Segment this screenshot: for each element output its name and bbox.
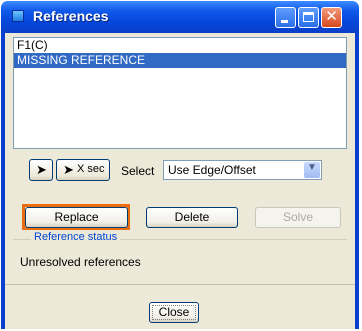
references-list[interactable]: F1(C) MISSING REFERENCE [13,37,347,149]
references-window: References ✕ F1(C) MISSING REFERENCE ➤ ➤… [1,1,359,329]
solve-button[interactable]: Solve [255,207,341,228]
focus-rect [152,305,196,320]
close-window-button[interactable]: ✕ [321,7,342,28]
select-value: Use Edge/Offset [168,163,256,177]
dialog-body: F1(C) MISSING REFERENCE ➤ ➤ X sec Select… [5,33,355,329]
list-item[interactable]: F1(C) [14,38,346,53]
select-dropdown[interactable]: Use Edge/Offset ▼ [163,160,322,180]
pick-button[interactable]: ➤ [29,159,53,181]
chevron-down-icon: ▼ [307,162,317,173]
title-bar[interactable]: References ✕ [1,1,359,33]
status-text: Unresolved references [20,255,141,269]
maximize-button[interactable] [298,7,319,28]
replace-button[interactable]: Replace [25,207,128,228]
reference-status-label: Reference status [31,231,121,243]
select-label: Select [121,164,155,178]
dropdown-button[interactable]: ▼ [304,162,320,178]
close-icon: ✕ [325,7,338,25]
arrow-cursor-icon: ➤ [63,162,74,177]
delete-button[interactable]: Delete [146,207,238,228]
footer-separator [5,284,355,285]
close-button[interactable]: Close [149,302,199,323]
minimize-button[interactable] [275,7,296,28]
list-item-selected[interactable]: MISSING REFERENCE [14,53,346,68]
arrow-cursor-icon: ➤ [36,162,47,177]
xsec-button[interactable]: ➤ X sec [56,159,110,181]
window-icon [12,10,24,22]
xsec-label: X sec [77,163,105,175]
window-title: References [33,8,109,24]
